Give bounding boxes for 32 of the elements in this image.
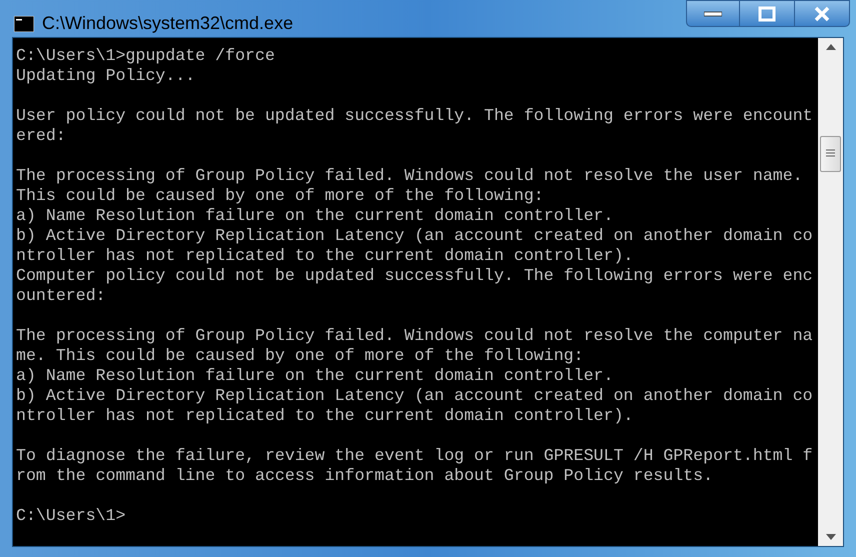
maximize-button[interactable] <box>740 0 794 27</box>
scroll-thumb[interactable] <box>820 136 841 172</box>
console-line: User policy could not be updated successfully. The following errors were encount <box>16 106 813 126</box>
scroll-up-icon[interactable] <box>826 44 836 50</box>
console-line: rom the command line to access information about Group Policy results. <box>16 466 714 486</box>
console-line: a) Name Resolution failure on the current domain controller. <box>16 366 614 386</box>
console-line: Computer policy could not be updated successfully. The following errors were enc <box>16 266 813 286</box>
minimize-icon <box>704 10 722 16</box>
console-line: The processing of Group Policy failed. Windows could not resolve the computer na <box>16 326 813 346</box>
console-line: me. This could be caused by one of more of the following: <box>16 346 584 366</box>
scrollbar[interactable] <box>818 38 843 546</box>
console-line: The processing of Group Policy failed. Windows could not resolve the user name. <box>16 166 803 186</box>
console-icon <box>14 16 34 32</box>
maximize-icon <box>758 6 776 22</box>
scroll-down-icon[interactable] <box>826 534 836 540</box>
console-line: Updating Policy... <box>16 66 196 86</box>
console-line: ntroller has not replicated to the current domain controller). <box>16 246 634 266</box>
grip-icon <box>826 149 835 159</box>
console-line: C:\Users\1>gpupdate /force <box>16 46 275 66</box>
console-line: ountered: <box>16 286 106 306</box>
console-line: b) Active Directory Replication Latency (an account created on another domain co <box>16 386 813 406</box>
console-line: C:\Users\1> <box>16 506 126 526</box>
window-title: C:\Windows\system32\cmd.exe <box>42 12 294 35</box>
console-line: This could be caused by one of more of the following: <box>16 186 544 206</box>
console-line: ntroller has not replicated to the current domain controller). <box>16 406 634 426</box>
close-icon <box>813 6 831 22</box>
console-line: a) Name Resolution failure on the current domain controller. <box>16 206 614 226</box>
minimize-button[interactable] <box>686 0 740 27</box>
console-line: To diagnose the failure, review the event log or run GPRESULT /H GPReport.html f <box>16 446 813 466</box>
console-line: ered: <box>16 126 66 146</box>
close-button[interactable] <box>794 0 850 27</box>
console-line: b) Active Directory Replication Latency (an account created on another domain co <box>16 226 813 246</box>
